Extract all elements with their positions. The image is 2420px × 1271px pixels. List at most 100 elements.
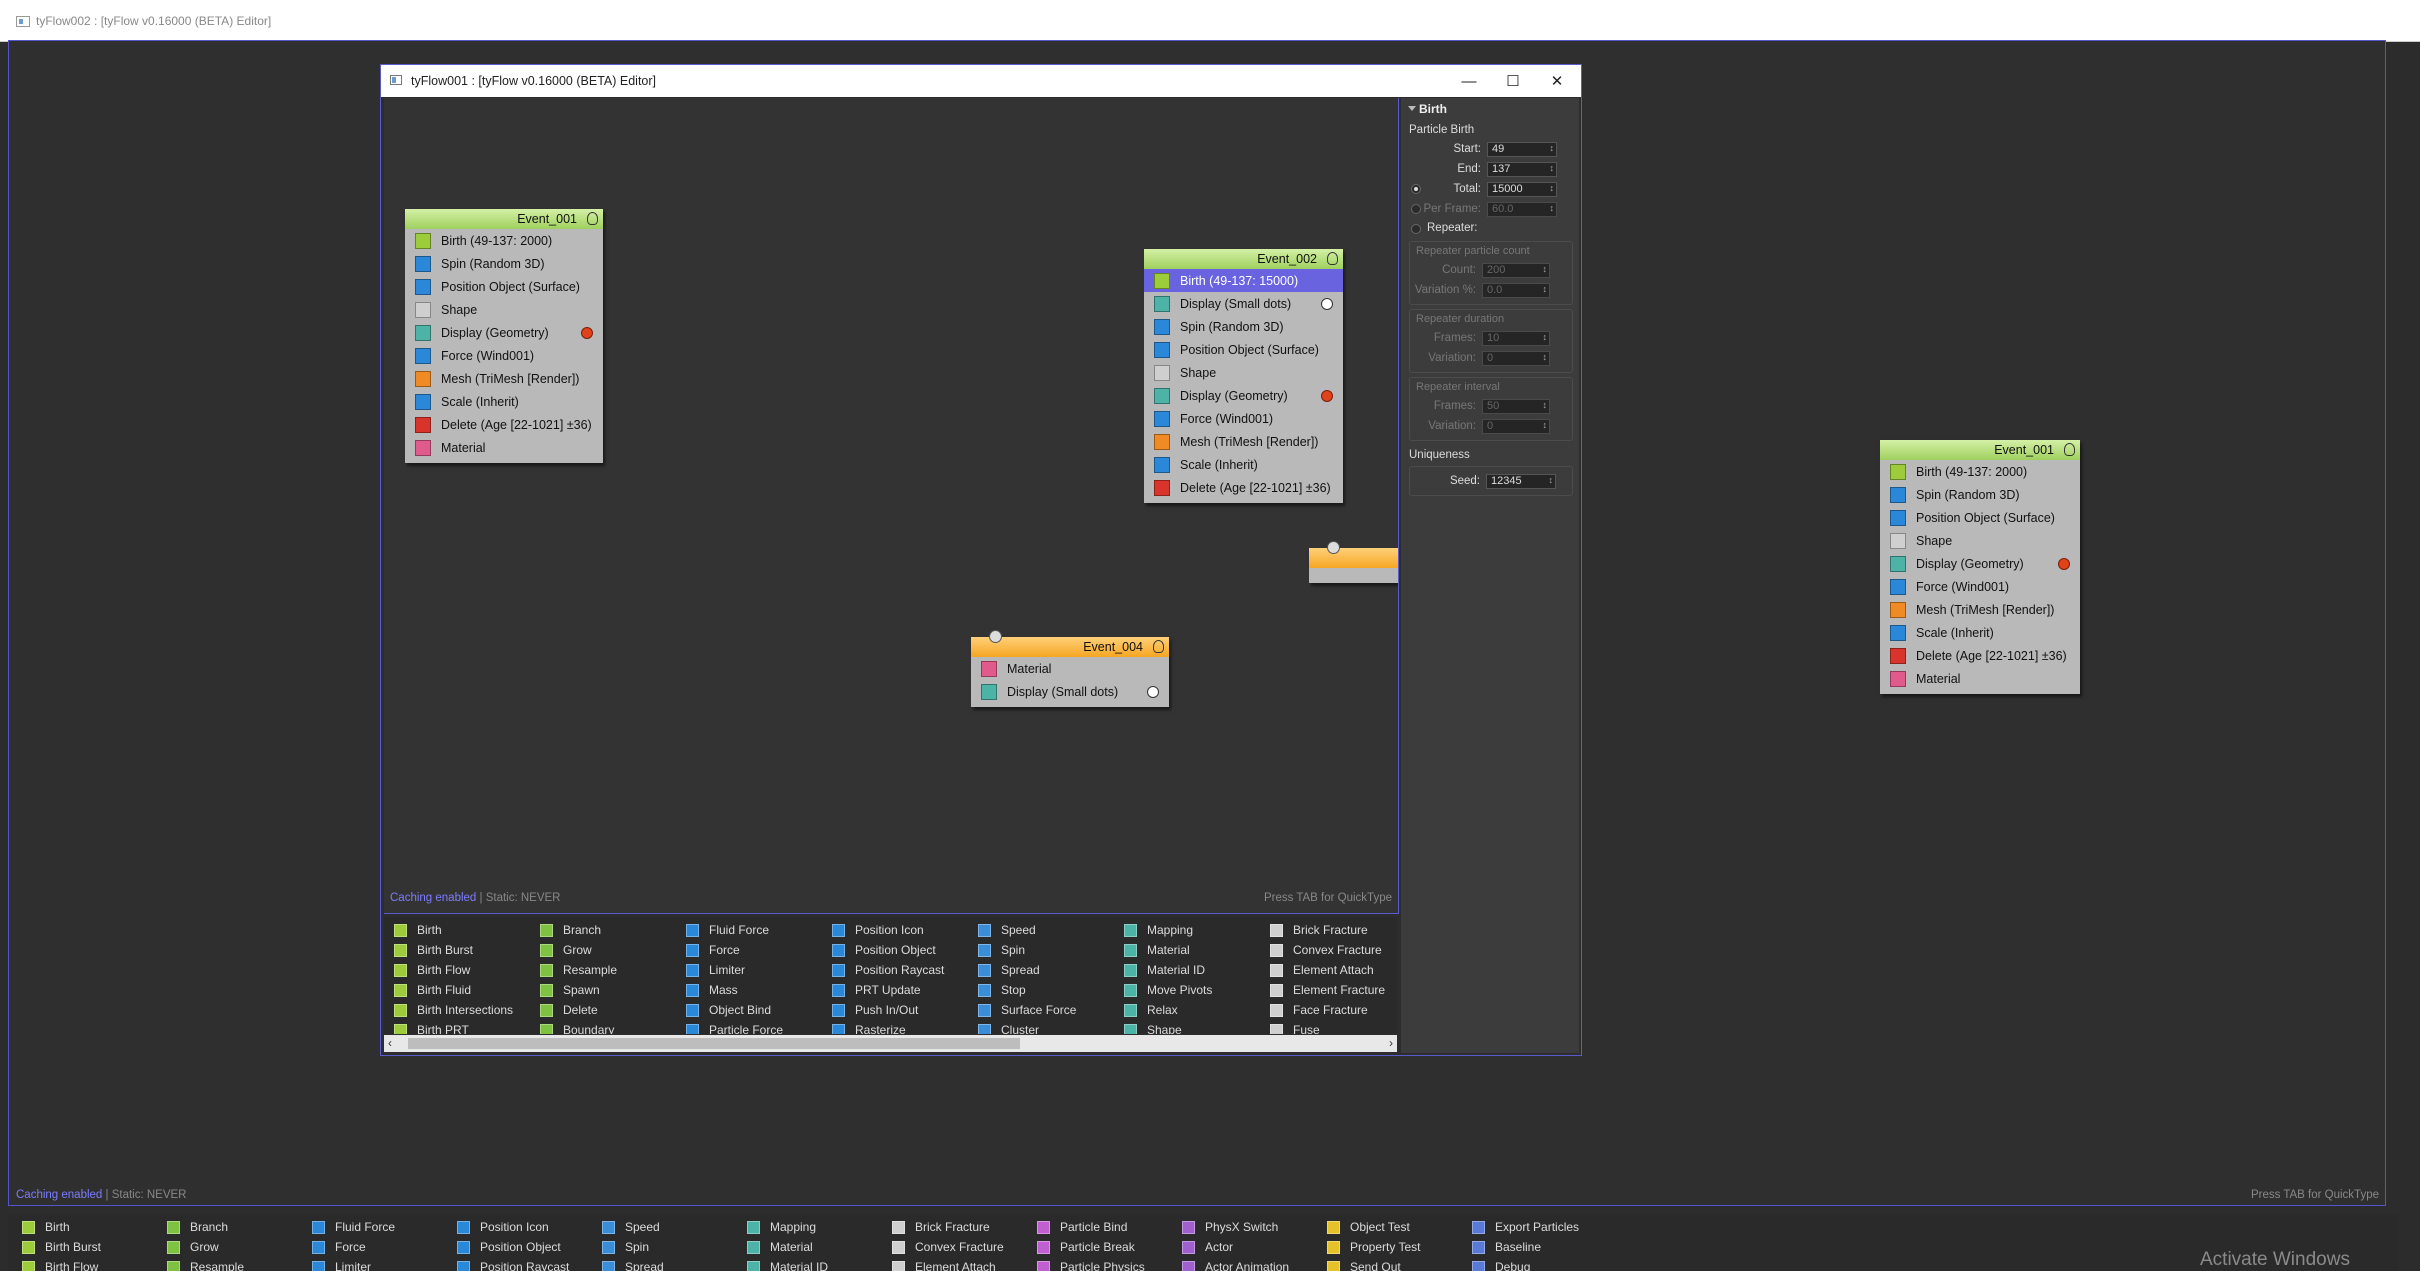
operator-row[interactable]: Shape [405,298,603,321]
per-frame-radio[interactable] [1411,204,1421,214]
node-header[interactable]: Event_002 [1144,249,1343,269]
start-spinner[interactable]: 49 [1487,141,1557,157]
node-header[interactable] [1309,548,1398,568]
palette-item[interactable]: Mapping [1124,920,1230,940]
palette-item[interactable]: Birth Burst [394,940,513,960]
palette-item[interactable]: Position Raycast [457,1257,569,1271]
palette-item[interactable]: Element Attach [892,1257,1004,1271]
palette-item[interactable]: Grow [540,940,635,960]
operator-row[interactable]: Spin (Random 3D) [1880,483,2080,506]
palette-item[interactable]: Birth PRT [394,1020,513,1034]
palette-item[interactable]: Spread [978,960,1100,980]
node-header[interactable]: Event_001 [1880,440,2080,460]
operator-row[interactable]: Shape [1880,529,2080,552]
node-header[interactable]: Event_001 [405,209,603,229]
palette-item[interactable]: Object Bind [686,1000,792,1020]
palette-item[interactable]: Position Icon [832,920,944,940]
palette-item[interactable]: Actor [1182,1237,1289,1257]
scroll-left-arrow-icon[interactable]: ‹ [388,1036,392,1050]
palette-item[interactable]: Position Icon [457,1217,569,1237]
variation-pct-spinner[interactable]: 0.0 [1482,282,1550,298]
operator-row[interactable]: Birth (49-137: 2000) [405,229,603,252]
frames-spinner[interactable]: 10 [1482,330,1550,346]
palette-item[interactable]: Birth Fluid [394,980,513,1000]
palette-item[interactable]: Actor Animation [1182,1257,1289,1271]
palette-item[interactable]: Element Fracture [1270,980,1385,1000]
palette-item[interactable]: Baseline [1472,1237,1579,1257]
operator-row[interactable]: Shape [1144,361,1343,384]
palette-item[interactable]: Speed [978,920,1100,940]
palette-item[interactable]: Limiter [686,960,792,980]
operator-row[interactable]: Force (Wind001) [1880,575,2080,598]
operator-row[interactable]: Display (Geometry) [405,321,603,344]
event-001-node[interactable]: Event_001 Birth (49-137: 2000) Spin (Rand… [405,209,603,463]
per-frame-spinner[interactable]: 60.0 [1487,201,1557,217]
palette-item[interactable]: Property Test [1327,1237,1420,1257]
palette-item[interactable]: Particle Bind [1037,1217,1145,1237]
palette-item[interactable]: Element Attach [1270,960,1385,980]
palette-item[interactable]: Object Test [1327,1217,1420,1237]
palette-item[interactable]: Brick Fracture [892,1217,1004,1237]
seed-spinner[interactable]: 12345 [1486,473,1556,489]
event-001-outer-node[interactable]: Event_001 Birth (49-137: 2000) Spin (Rand… [1880,440,2080,694]
variation-spinner[interactable]: 0 [1482,350,1550,366]
palette-item[interactable]: Spin [978,940,1100,960]
palette-item[interactable]: Material ID [747,1257,828,1271]
palette-item[interactable]: Move Pivots [1124,980,1230,1000]
operator-row[interactable]: Display (Geometry) [1880,552,2080,575]
graph-canvas[interactable]: Event_001 Birth (49-137: 2000) Spin (Rand… [384,98,1399,914]
operator-row[interactable]: Position Object (Surface) [405,275,603,298]
palette-item[interactable]: Grow [167,1237,244,1257]
output-port[interactable] [1321,298,1333,310]
palette-item[interactable]: Resample [540,960,635,980]
lightbulb-icon[interactable] [1327,252,1338,265]
palette-item[interactable]: Send Out [1327,1257,1420,1271]
palette-item[interactable]: Birth Intersections [394,1000,513,1020]
operator-row[interactable]: Spin (Random 3D) [1144,315,1343,338]
palette-item[interactable]: Fuse [1270,1020,1385,1034]
palette-item[interactable]: Position Object [457,1237,569,1257]
operator-row[interactable]: Material [1880,667,2080,690]
output-red-dot-icon[interactable] [581,327,593,339]
operator-row[interactable]: Force (Wind001) [405,344,603,367]
palette-item[interactable]: Position Object [832,940,944,960]
palette-item[interactable]: Material ID [1124,960,1230,980]
palette-item[interactable]: Birth Burst [22,1237,101,1257]
palette-item[interactable]: Spread [602,1257,664,1271]
operator-row[interactable]: Delete (Age [22-1021] ±36) [1144,476,1343,499]
total-spinner[interactable]: 15000 [1487,181,1557,197]
palette-item[interactable]: Cluster [978,1020,1100,1034]
birth-rollout-header[interactable]: Birth [1401,98,1579,120]
palette-item[interactable]: Birth [394,920,513,940]
operator-row[interactable]: Display (Small dots) [971,680,1169,703]
operator-row[interactable]: Force (Wind001) [1144,407,1343,430]
frames-spinner[interactable]: 50 [1482,398,1550,414]
palette-item[interactable]: PRT Update [832,980,944,1000]
operator-row[interactable]: Mesh (TriMesh [Render]) [1880,598,2080,621]
palette-item[interactable]: Particle Force [686,1020,792,1034]
operator-row[interactable]: Scale (Inherit) [1880,621,2080,644]
operator-row[interactable]: Mesh (TriMesh [Render]) [405,367,603,390]
palette-item[interactable]: Branch [167,1217,244,1237]
operator-row[interactable]: Birth (49-137: 2000) [1880,460,2080,483]
palette-item[interactable]: Particle Break [1037,1237,1145,1257]
operator-row[interactable]: Display (Small dots) [1144,292,1343,315]
operator-row[interactable]: Mesh (TriMesh [Render]) [1144,430,1343,453]
palette-item[interactable]: Mapping [747,1217,828,1237]
palette-item[interactable]: Face Fracture [1270,1000,1385,1020]
palette-item[interactable]: Boundary [540,1020,635,1034]
event-002-node[interactable]: Event_002 Birth (49-137: 15000) Display (… [1144,249,1343,503]
palette-item[interactable]: Branch [540,920,635,940]
palette-item[interactable]: Delete [540,1000,635,1020]
operator-row[interactable]: Material [971,657,1169,680]
input-port[interactable] [989,630,1002,643]
input-port[interactable] [1327,541,1340,554]
maximize-button[interactable]: ☐ [1491,65,1535,97]
palette-item[interactable]: Resample [167,1257,244,1271]
palette-item[interactable]: Speed [602,1217,664,1237]
palette-item[interactable]: Push In/Out [832,1000,944,1020]
palette-item[interactable]: Limiter [312,1257,395,1271]
scrollbar-thumb[interactable] [408,1038,1020,1049]
palette-item[interactable]: Force [312,1237,395,1257]
palette-item[interactable]: Surface Force [978,1000,1100,1020]
